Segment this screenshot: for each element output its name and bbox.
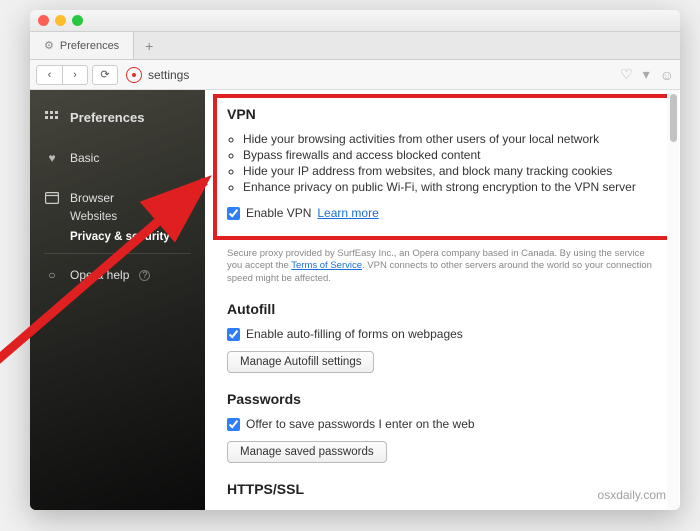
passwords-checkbox[interactable] [227, 418, 240, 431]
vpn-heading: VPN [227, 106, 658, 122]
vpn-highlight: VPN Hide your browsing activities from o… [213, 94, 672, 240]
sidebar: Preferences ♥ Basic Browser Websites Pri… [30, 90, 205, 510]
sidebar-item-label: Opera help [70, 268, 129, 282]
sidebar-item-browser-group: Browser [30, 183, 205, 207]
autofill-check-label: Enable auto-filling of forms on webpages [246, 327, 463, 341]
tab-bar: ⚙ Preferences + [30, 32, 680, 60]
help-question-icon: ? [139, 270, 150, 281]
maximize-window-button[interactable] [72, 15, 83, 26]
scrollbar-track[interactable] [667, 90, 679, 510]
reload-button[interactable]: ⟳ [92, 65, 118, 85]
profile-icon[interactable]: ☺ [660, 67, 674, 83]
sidebar-item-help[interactable]: ○ Opera help ? [30, 260, 205, 290]
toolbar-right: ♡ ▾ ☺ [620, 66, 674, 83]
sidebar-item-basic[interactable]: ♥ Basic [30, 143, 205, 173]
vpn-bullet: Hide your IP address from websites, and … [243, 164, 658, 178]
back-button[interactable]: ‹ [36, 65, 62, 85]
content-area: Preferences ♥ Basic Browser Websites Pri… [30, 90, 680, 510]
autofill-checkbox[interactable] [227, 328, 240, 341]
titlebar [30, 10, 680, 32]
autofill-heading: Autofill [227, 301, 658, 317]
scrollbar-thumb[interactable] [670, 94, 677, 142]
sidebar-header: Preferences [30, 102, 205, 133]
sidebar-item-websites[interactable]: Websites [30, 207, 205, 227]
address-bar[interactable]: settings [122, 67, 616, 83]
sidebar-item-label: Basic [70, 151, 99, 165]
autofill-check-row: Enable auto-filling of forms on webpages [227, 327, 658, 341]
passwords-check-label: Offer to save passwords I enter on the w… [246, 417, 475, 431]
minimize-window-button[interactable] [55, 15, 66, 26]
sidebar-title: Preferences [70, 110, 144, 125]
new-tab-button[interactable]: + [134, 32, 164, 59]
window-controls [38, 15, 83, 26]
passwords-heading: Passwords [227, 391, 658, 407]
download-icon[interactable]: ▾ [643, 66, 650, 83]
vpn-bullet: Enhance privacy on public Wi-Fi, with st… [243, 180, 658, 194]
passwords-check-row: Offer to save passwords I enter on the w… [227, 417, 658, 431]
https-section: HTTPS/SSL Manage Certificates... Learn m… [227, 481, 658, 510]
vpn-learn-more-link[interactable]: Learn more [317, 206, 378, 220]
manage-passwords-button[interactable]: Manage saved passwords [227, 441, 387, 463]
watermark: osxdaily.com [598, 488, 666, 502]
autofill-section: Autofill Enable auto-filling of forms on… [227, 301, 658, 373]
address-text: settings [148, 68, 189, 82]
gear-icon: ⚙ [44, 39, 54, 52]
sidebar-item-privacy-security[interactable]: Privacy & security [30, 227, 205, 247]
browser-window: ⚙ Preferences + ‹ › ⟳ settings ♡ ▾ ☺ [30, 10, 680, 510]
nav-back-forward: ‹ › [36, 65, 88, 85]
vpn-bullet: Hide your browsing activities from other… [243, 132, 658, 146]
heart-icon: ♥ [44, 151, 60, 165]
close-window-button[interactable] [38, 15, 49, 26]
passwords-section: Passwords Offer to save passwords I ente… [227, 391, 658, 463]
enable-vpn-row: Enable VPN Learn more [227, 206, 658, 220]
manage-autofill-button[interactable]: Manage Autofill settings [227, 351, 374, 373]
tab-preferences[interactable]: ⚙ Preferences [30, 32, 134, 59]
enable-vpn-checkbox[interactable] [227, 207, 240, 220]
grid-icon [44, 111, 60, 125]
vpn-bullet-list: Hide your browsing activities from other… [227, 132, 658, 194]
vpn-fineprint: Secure proxy provided by SurfEasy Inc., … [227, 248, 658, 285]
enable-vpn-label: Enable VPN [246, 206, 311, 220]
forward-button[interactable]: › [62, 65, 88, 85]
browser-icon [44, 192, 60, 204]
vpn-bullet: Bypass firewalls and access blocked cont… [243, 148, 658, 162]
opera-icon [126, 67, 142, 83]
sidebar-item-label[interactable]: Browser [70, 191, 114, 205]
terms-of-service-link[interactable]: Terms of Service [291, 260, 362, 271]
opera-small-icon: ○ [44, 268, 60, 282]
main-panel: VPN Hide your browsing activities from o… [205, 90, 680, 510]
heart-icon[interactable]: ♡ [620, 66, 633, 83]
https-heading: HTTPS/SSL [227, 481, 658, 497]
sidebar-separator [44, 253, 191, 254]
tab-label: Preferences [60, 40, 119, 52]
toolbar: ‹ › ⟳ settings ♡ ▾ ☺ [30, 60, 680, 90]
